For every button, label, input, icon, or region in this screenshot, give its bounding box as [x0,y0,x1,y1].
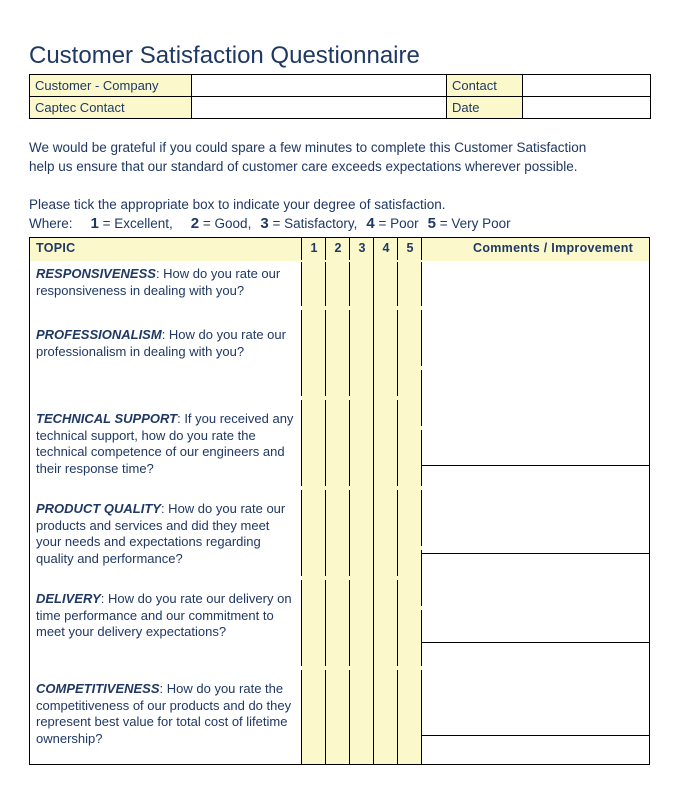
rating-checkbox-delivery-5[interactable] [398,580,422,666]
contact-input[interactable] [522,74,651,97]
scale-number-4: 4 [366,215,375,232]
column-header-rating-3: 3 [358,241,366,255]
date-label: Date [446,96,523,119]
rating-checkbox-professionalism-4[interactable] [374,310,398,396]
intro-line-2: help us ensure that our standard of cust… [29,159,578,174]
topic-name: COMPETITIVENESS [36,681,160,696]
questionnaire-header-row: TOPIC 1 2 3 4 5 Comments / Improvement [30,238,649,261]
rating-checkbox-technical-support-1[interactable] [302,400,326,486]
scale-number-1: 1 [90,215,99,232]
question-competitiveness: COMPETITIVENESS: How do you rate the com… [36,681,298,747]
comment-input-2[interactable] [423,466,649,553]
question-professionalism: PROFESSIONALISM: How do you rate our pro… [36,327,298,360]
customer-company-label: Customer - Company [29,74,192,97]
column-header-topic: TOPIC [36,241,76,255]
where-label: Where: [29,216,73,231]
customer-company-input[interactable] [191,74,447,97]
scale-text-2: = Good, [202,216,252,231]
rating-checkbox-responsiveness-3[interactable] [350,262,374,306]
rating-checkbox-responsiveness-5[interactable] [398,262,422,306]
rating-checkbox-delivery-4[interactable] [374,580,398,666]
rating-divider-0 [301,238,302,260]
rating-checkbox-professionalism-5[interactable] [398,310,422,396]
topic-name: PRODUCT QUALITY [36,501,161,516]
intro-line-1: We would be grateful if you could spare … [29,140,587,155]
rating-divider-5 [421,238,422,260]
scale-text-4: = Poor [378,216,419,231]
table-row: Captec Contact Date [29,96,651,119]
rating-checkbox-product-quality-2[interactable] [326,490,350,576]
rating-checkbox-product-quality-5[interactable] [398,490,422,576]
rating-checkbox-technical-support-2[interactable] [326,400,350,486]
rating-checkbox-technical-support-4[interactable] [374,400,398,486]
captec-contact-input[interactable] [191,96,447,119]
rating-checkbox-delivery-2[interactable] [326,580,350,666]
column-header-rating-2: 2 [334,241,342,255]
rating-checkbox-delivery-1[interactable] [302,580,326,666]
captec-contact-label: Captec Contact [29,96,192,119]
scale-text-1: = Excellent, [102,216,173,231]
scale-number-2: 2 [190,215,200,232]
column-header-rating-1: 1 [310,241,318,255]
rating-divider-1 [325,238,326,260]
intro-text: We would be grateful if you could spare … [29,138,639,233]
date-input[interactable] [522,96,651,119]
rating-divider-2 [349,238,350,260]
topic-name: RESPONSIVENESS [36,266,156,281]
question-responsiveness: RESPONSIVENESS: How do you rate our resp… [36,266,298,299]
rating-checkbox-competitiveness-2[interactable] [326,670,350,764]
rating-checkbox-professionalism-1[interactable] [302,310,326,396]
rating-checkbox-responsiveness-4[interactable] [374,262,398,306]
comment-input-4[interactable] [423,643,649,735]
page-title: Customer Satisfaction Questionnaire [29,42,420,69]
question-delivery: DELIVERY: How do you rate our delivery o… [36,591,298,641]
topic-name: PROFESSIONALISM [36,327,162,342]
scale-legend: Where: 1 = Excellent, 2 = Good, 3 = Satisfa… [29,214,639,233]
comment-input-3[interactable] [423,554,649,642]
rating-divider-4 [397,238,398,260]
rating-checkbox-technical-support-5[interactable] [398,400,422,486]
contact-details-table: Customer - Company Contact Captec Contac… [29,74,651,119]
scale-text-5: = Very Poor [439,216,511,231]
scale-number-3: 3 [260,215,269,232]
rating-checkbox-professionalism-3[interactable] [350,310,374,396]
instruction-line: Please tick the appropriate box to indic… [29,197,446,212]
topic-name: TECHNICAL SUPPORT [36,411,178,426]
column-header-rating-4: 4 [382,241,390,255]
scale-text-3: = Satisfactory, [272,216,358,231]
rating-checkbox-competitiveness-5[interactable] [398,670,422,764]
rating-checkbox-delivery-3[interactable] [350,580,374,666]
column-header-rating-5: 5 [406,241,414,255]
scale-number-5: 5 [427,215,436,232]
document-page: Customer Satisfaction Questionnaire Cust… [0,0,680,793]
rating-checkbox-technical-support-3[interactable] [350,400,374,486]
rating-checkbox-product-quality-1[interactable] [302,490,326,576]
question-product-quality: PRODUCT QUALITY: How do you rate our pro… [36,501,298,567]
table-row: Customer - Company Contact [29,74,651,97]
rating-checkbox-product-quality-4[interactable] [374,490,398,576]
rating-checkbox-product-quality-3[interactable] [350,490,374,576]
column-header-comments: Comments / Improvement [473,241,634,255]
rating-checkbox-competitiveness-1[interactable] [302,670,326,764]
question-technical-support: TECHNICAL SUPPORT: If you received any t… [36,411,298,477]
rating-checkbox-responsiveness-1[interactable] [302,262,326,306]
comment-input-5[interactable] [423,736,649,764]
rating-checkbox-responsiveness-2[interactable] [326,262,350,306]
questionnaire-table: TOPIC 1 2 3 4 5 Comments / Improvement R… [29,237,650,765]
contact-label: Contact [446,74,523,97]
rating-checkbox-competitiveness-3[interactable] [350,670,374,764]
rating-checkbox-professionalism-2[interactable] [326,310,350,396]
topic-name: DELIVERY [36,591,101,606]
comment-input-1[interactable] [423,261,649,465]
rating-checkbox-competitiveness-4[interactable] [374,670,398,764]
